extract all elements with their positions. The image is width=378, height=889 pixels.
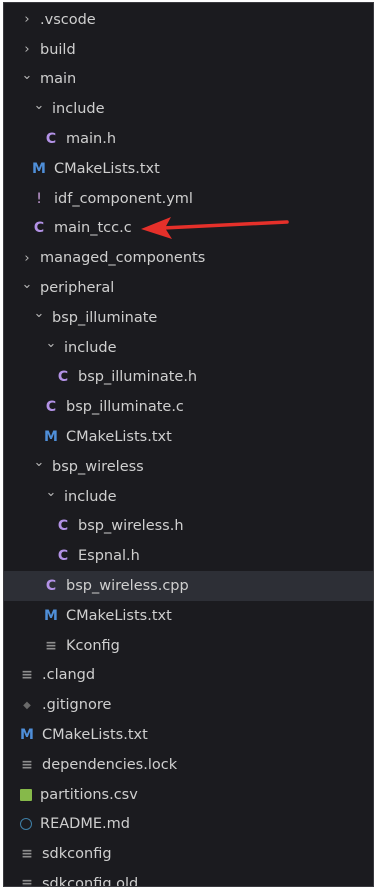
- folder-row[interactable]: ⌄ include: [4, 94, 373, 124]
- tree-item-label: sdkconfig: [42, 846, 112, 863]
- tree-item-label: .vscode: [40, 11, 96, 28]
- file-row[interactable]: README.md: [4, 810, 373, 840]
- file-row[interactable]: Cmain.h: [4, 124, 373, 154]
- tree-item-label: main: [40, 71, 77, 88]
- tree-item-label: idf_component.yml: [54, 190, 193, 207]
- config-file-icon: ≡: [21, 667, 33, 684]
- file-row[interactable]: M CMakeLists.txt: [4, 720, 373, 750]
- csv-file-icon: [20, 788, 32, 801]
- folder-row[interactable]: › managed_components: [4, 243, 373, 273]
- config-file-icon: ≡: [21, 756, 33, 773]
- tree-item-label: .gitignore: [42, 697, 112, 714]
- tree-item-label: bsp_wireless: [52, 458, 144, 475]
- tree-item-label: bsp_wireless.cpp: [66, 578, 189, 595]
- file-row[interactable]: Cbsp_illuminate.c: [4, 392, 373, 422]
- config-file-icon: ≡: [21, 876, 33, 887]
- cmake-file-icon: M: [32, 160, 46, 177]
- folder-row[interactable]: ⌄ bsp_illuminate: [4, 303, 373, 333]
- c-file-icon: C: [57, 369, 69, 386]
- folder-row[interactable]: ⌄ include: [4, 333, 373, 363]
- file-row[interactable]: M CMakeLists.txt: [4, 154, 373, 184]
- folder-row[interactable]: ⌄ bsp_wireless: [4, 452, 373, 482]
- file-row[interactable]: ! idf_component.yml: [4, 184, 373, 214]
- cpp-file-icon: C: [45, 578, 57, 595]
- file-row[interactable]: ≡ .clangd: [4, 661, 373, 691]
- folder-row[interactable]: › .vscode: [4, 5, 373, 35]
- chevron-right-icon[interactable]: ›: [20, 42, 34, 57]
- tree-item-label: CMakeLists.txt: [42, 727, 148, 744]
- tree-item-label: include: [52, 101, 105, 118]
- file-row[interactable]: Cbsp_illuminate.h: [4, 363, 373, 393]
- tree-item-label: bsp_illuminate.c: [66, 399, 184, 416]
- folder-row[interactable]: ⌄ peripheral: [4, 273, 373, 303]
- tree-item-label: build: [40, 41, 76, 58]
- file-row[interactable]: partitions.csv: [4, 780, 373, 810]
- c-file-icon: C: [57, 548, 69, 565]
- chevron-down-icon[interactable]: ⌄: [32, 98, 46, 113]
- chevron-right-icon[interactable]: ›: [20, 251, 34, 266]
- chevron-down-icon[interactable]: ⌄: [32, 306, 46, 321]
- file-row[interactable]: ≡ sdkconfig.old: [4, 869, 373, 887]
- file-row[interactable]: Cbsp_wireless.h: [4, 512, 373, 542]
- tree-item-label: CMakeLists.txt: [66, 429, 172, 446]
- c-file-icon: C: [45, 131, 57, 148]
- arrow-shaft: [161, 220, 289, 230]
- tree-item-label: CMakeLists.txt: [54, 160, 160, 177]
- cmake-file-icon: M: [20, 727, 34, 744]
- chevron-down-icon[interactable]: ⌄: [20, 277, 34, 292]
- git-file-icon: ◆: [23, 699, 31, 711]
- config-file-icon: ≡: [21, 846, 33, 863]
- tree-item-label: main.h: [66, 131, 117, 148]
- yaml-file-icon: !: [36, 190, 42, 207]
- chevron-down-icon[interactable]: ⌄: [44, 336, 58, 351]
- folder-row[interactable]: ⌄ include: [4, 482, 373, 512]
- config-file-icon: ≡: [45, 637, 57, 654]
- tree-item-label: Kconfig: [66, 637, 120, 654]
- tree-item-label: main_tcc.c: [54, 220, 132, 237]
- file-row[interactable]: Cbsp_wireless.cpp: [4, 571, 373, 601]
- file-tree: › .vscode › build ⌄ main ⌄ include Cmain.h M CMake…: [4, 3, 373, 887]
- file-row[interactable]: ≡ dependencies.lock: [4, 750, 373, 780]
- tree-item-label: bsp_wireless.h: [78, 518, 184, 535]
- tree-item-label: peripheral: [40, 280, 115, 297]
- folder-row[interactable]: ⌄ main: [4, 65, 373, 95]
- chevron-down-icon[interactable]: ⌄: [20, 68, 34, 83]
- c-file-icon: C: [33, 220, 45, 237]
- chevron-right-icon[interactable]: ›: [20, 12, 34, 27]
- folder-row[interactable]: › build: [4, 35, 373, 65]
- file-explorer-panel: › .vscode › build ⌄ main ⌄ include Cmain.h M CMake…: [3, 2, 374, 887]
- file-row[interactable]: ≡ Kconfig: [4, 631, 373, 661]
- file-row[interactable]: ◆ .gitignore: [4, 690, 373, 720]
- tree-item-label: include: [64, 488, 117, 505]
- file-row[interactable]: ≡ sdkconfig: [4, 839, 373, 869]
- tree-item-label: bsp_illuminate: [52, 309, 158, 326]
- cmake-file-icon: M: [44, 607, 58, 624]
- file-row[interactable]: M CMakeLists.txt: [4, 422, 373, 452]
- tree-item-label: Espnal.h: [78, 548, 140, 565]
- tree-item-label: managed_components: [40, 250, 206, 267]
- tree-item-label: include: [64, 339, 117, 356]
- tree-item-label: README.md: [40, 816, 130, 833]
- c-file-icon: C: [45, 399, 57, 416]
- tree-item-label: .clangd: [42, 667, 96, 684]
- tree-item-label: sdkconfig.old: [42, 876, 139, 887]
- tree-item-label: dependencies.lock: [42, 756, 178, 773]
- red-pointer-arrow: [141, 217, 289, 239]
- tree-item-label: partitions.csv: [40, 786, 138, 803]
- c-file-icon: C: [57, 518, 69, 535]
- file-row[interactable]: C Espnal.h: [4, 541, 373, 571]
- cmake-file-icon: M: [44, 429, 58, 446]
- info-file-icon: [20, 818, 32, 831]
- tree-item-label: CMakeLists.txt: [66, 607, 172, 624]
- chevron-down-icon[interactable]: ⌄: [32, 455, 46, 470]
- tree-item-label: bsp_illuminate.h: [78, 369, 198, 386]
- file-row[interactable]: M CMakeLists.txt: [4, 601, 373, 631]
- chevron-down-icon[interactable]: ⌄: [44, 485, 58, 500]
